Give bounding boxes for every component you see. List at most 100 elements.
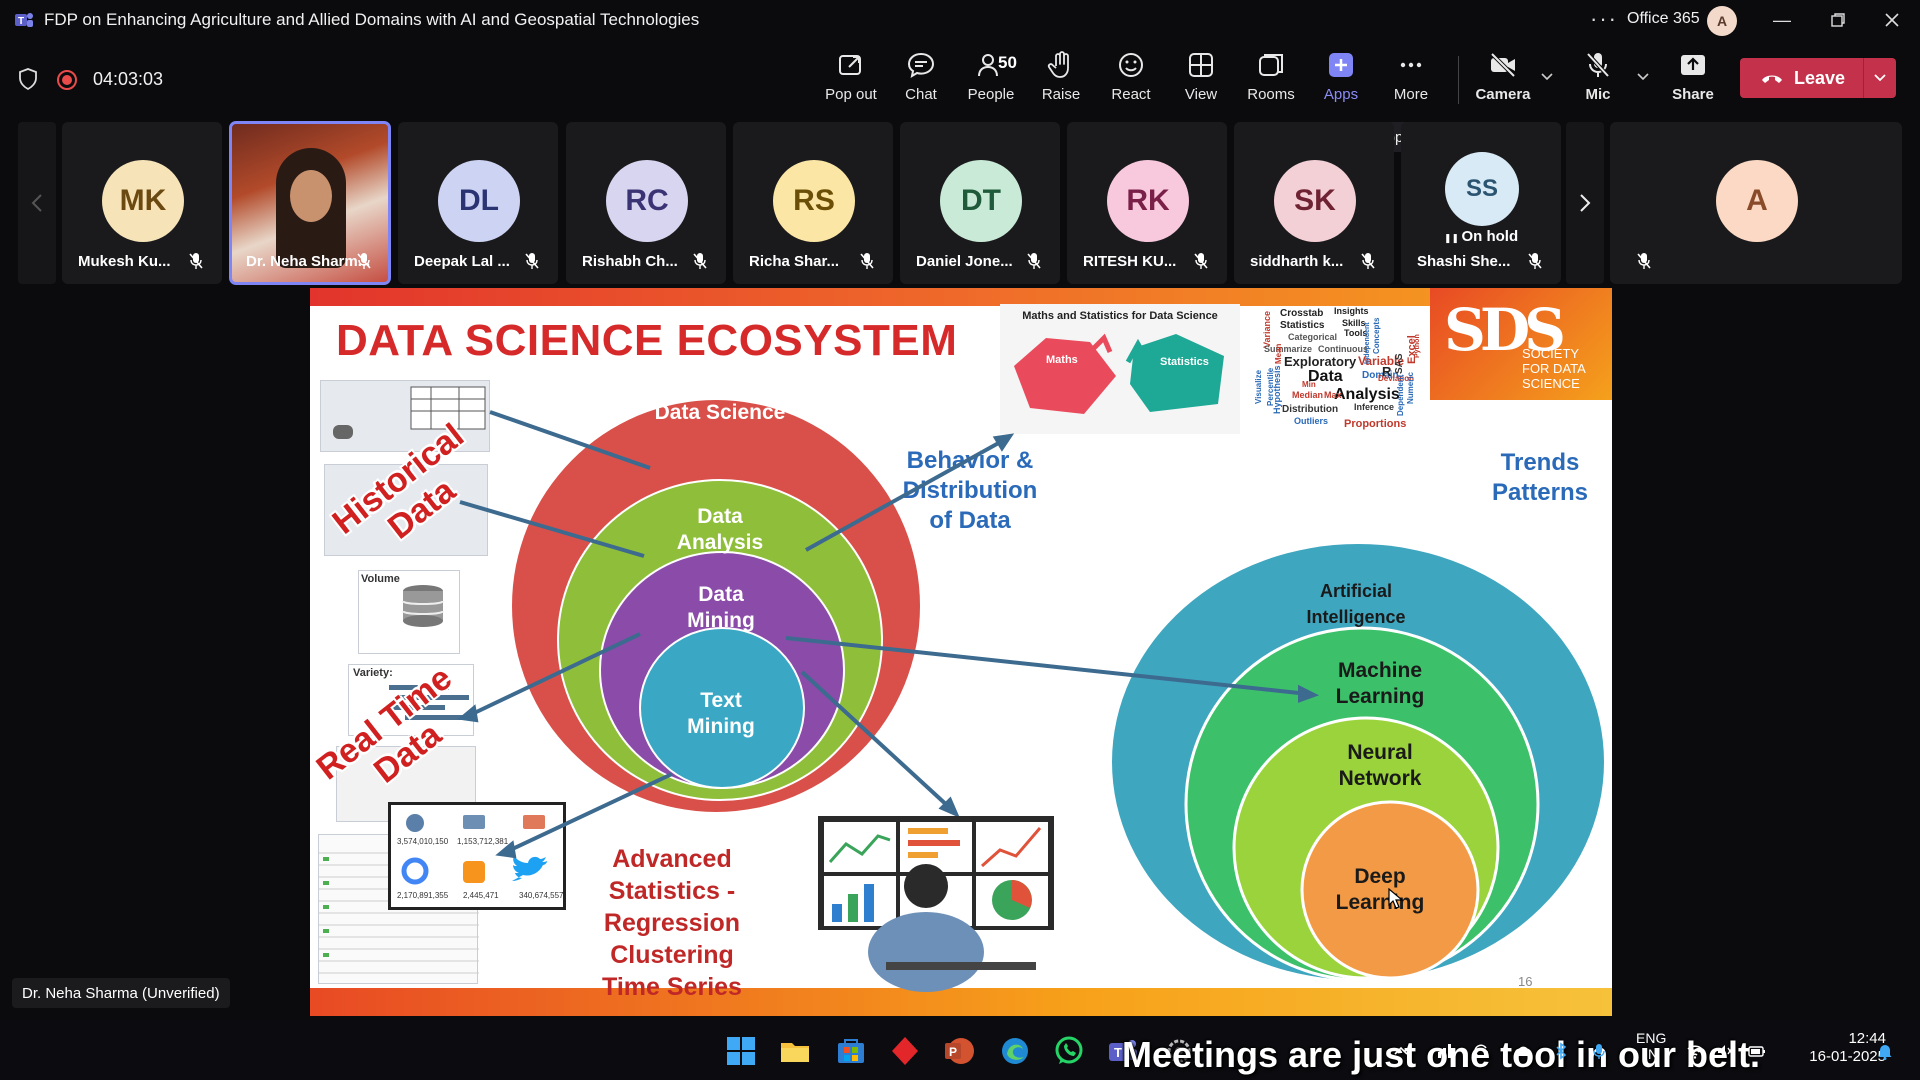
people-button[interactable]: 50 People xyxy=(958,50,1024,112)
microphone-tray-icon[interactable] xyxy=(1590,1042,1608,1060)
word-cloud-term: SAS xyxy=(1394,353,1405,374)
powerpoint-icon[interactable]: P xyxy=(942,1034,976,1068)
word-cloud-term: Min xyxy=(1302,380,1316,389)
phone-hangup-icon xyxy=(1762,75,1782,83)
app-red-icon[interactable] xyxy=(888,1034,922,1068)
slide-bottom-band xyxy=(310,988,1612,1016)
shared-slide: DATA SCIENCE ECOSYSTEM SDS SOCIETY FOR D… xyxy=(310,288,1612,1016)
svg-text:T: T xyxy=(1114,1045,1122,1060)
label-data-analysis: Data Analysis xyxy=(676,505,764,554)
participant-tile[interactable]: MK Mukesh Ku... xyxy=(62,122,222,284)
camera-off-icon xyxy=(1490,52,1516,78)
edge-icon[interactable] xyxy=(998,1034,1032,1068)
word-cloud-term: Python xyxy=(1414,334,1421,358)
label-data-science: Data Science xyxy=(654,401,786,424)
toolbar-divider xyxy=(1458,56,1459,104)
participant-avatar: RC xyxy=(606,160,688,242)
system-clock[interactable]: 12:44 16-01-2025 xyxy=(1786,1030,1886,1066)
shield-icon xyxy=(19,68,37,90)
stats-label: Statistics xyxy=(1160,356,1209,368)
participant-tile[interactable]: RS Richa Shar... xyxy=(733,122,893,284)
mic-muted-icon xyxy=(1361,253,1375,269)
speaker-name-label: Dr. Neha Sharma (Unverified) xyxy=(12,978,230,1008)
cloud-icon[interactable] xyxy=(1514,1042,1532,1060)
bluetooth-icon[interactable] xyxy=(1552,1042,1570,1060)
participant-tile[interactable]: RK RITESH KU... xyxy=(1067,122,1227,284)
participant-tile-self[interactable]: A xyxy=(1610,122,1902,284)
popout-button[interactable]: Pop out xyxy=(818,50,884,112)
grid-icon xyxy=(1189,53,1213,77)
variety-label: Variety: xyxy=(353,667,393,679)
more-button[interactable]: More xyxy=(1378,50,1444,112)
participant-tile[interactable]: Dr. Neha Sharm... xyxy=(229,121,391,285)
people-label: People xyxy=(967,86,1015,103)
pause-icon: ❚❚ xyxy=(1443,233,1462,243)
chevron-up-icon[interactable] xyxy=(1392,1042,1410,1060)
sds-logo: SDS SOCIETY FOR DATA SCIENCE xyxy=(1430,288,1612,400)
word-cloud-term: Inference xyxy=(1354,402,1395,412)
mic-button[interactable]: Mic xyxy=(1565,50,1631,112)
label-neural-network: Neural Network xyxy=(1338,741,1422,790)
file-explorer-icon[interactable] xyxy=(778,1034,812,1068)
mic-off-icon xyxy=(1586,52,1610,78)
logo-text: SOCIETY FOR DATA SCIENCE xyxy=(1522,346,1586,391)
participant-avatar: MK xyxy=(102,160,184,242)
more-options-icon[interactable]: ··· xyxy=(1590,6,1618,32)
chat-icon xyxy=(907,52,935,79)
maths-label: Maths xyxy=(1046,354,1078,366)
participant-name: Shashi She... xyxy=(1417,253,1511,270)
start-icon[interactable] xyxy=(724,1034,758,1068)
word-cloud-term: Continuous xyxy=(1318,344,1368,354)
participant-tile[interactable]: DL Deepak Lal ... xyxy=(398,122,558,284)
apps-button[interactable]: Apps xyxy=(1308,50,1374,112)
leave-button[interactable]: Leave xyxy=(1740,58,1896,98)
leave-main[interactable]: Leave xyxy=(1740,58,1863,98)
prev-participants-button[interactable] xyxy=(18,122,56,284)
word-cloud-term: Max xyxy=(1324,390,1342,400)
wifi-icon[interactable] xyxy=(1686,1042,1704,1060)
volume-icon[interactable] xyxy=(1716,1042,1734,1060)
word-cloud-term: Summarize xyxy=(1264,344,1313,354)
view-button[interactable]: View xyxy=(1168,50,1234,112)
mic-muted-icon xyxy=(357,253,371,269)
meeting-timer: 04:03:03 xyxy=(93,69,164,89)
participant-tile[interactable]: SK siddharth k... xyxy=(1234,122,1394,284)
mic-options-icon[interactable] xyxy=(1636,70,1650,84)
restore-icon[interactable] xyxy=(1818,6,1858,34)
camera-button[interactable]: Camera xyxy=(1470,50,1536,112)
share-button[interactable]: Share xyxy=(1660,50,1726,112)
raise-hand-button[interactable]: Raise xyxy=(1028,50,1094,112)
next-participants-button[interactable] xyxy=(1566,122,1604,284)
close-icon[interactable] xyxy=(1872,6,1912,34)
camera-options-icon[interactable] xyxy=(1540,70,1554,84)
add-app-icon xyxy=(1329,53,1353,77)
share-screen-icon xyxy=(1681,55,1705,75)
participant-tile[interactable]: SS ❚❚ On hold Shashi She... xyxy=(1401,122,1561,284)
participant-name: Dr. Neha Sharm... xyxy=(246,253,371,270)
more-label: More xyxy=(1393,86,1429,103)
store-icon[interactable] xyxy=(834,1034,868,1068)
minimize-icon[interactable]: — xyxy=(1762,6,1802,34)
word-cloud-term: Dependent xyxy=(1396,374,1405,416)
chat-button[interactable]: Chat xyxy=(888,50,954,112)
battery-icon[interactable] xyxy=(1748,1042,1766,1060)
participant-tile[interactable]: DT Daniel Jone... xyxy=(900,122,1060,284)
whatsapp-icon[interactable] xyxy=(1052,1034,1086,1068)
react-button[interactable]: React xyxy=(1098,50,1164,112)
maths-stats-shapes xyxy=(1014,333,1224,414)
word-cloud-term: Mean xyxy=(1274,343,1283,364)
network-icon[interactable] xyxy=(1436,1042,1454,1060)
rooms-button[interactable]: Rooms xyxy=(1238,50,1304,112)
label-data-mining: Data Mining xyxy=(687,583,755,632)
word-cloud-term: Statistics xyxy=(1280,320,1325,331)
participant-avatar: DL xyxy=(438,160,520,242)
word-cloud-term: Skills xyxy=(1342,318,1366,328)
participant-tile[interactable]: RC Rishabh Ch... xyxy=(566,122,726,284)
sync-icon[interactable] xyxy=(1472,1042,1490,1060)
notification-bell-icon[interactable] xyxy=(1876,1042,1894,1060)
input-language[interactable]: ENG IN xyxy=(1636,1030,1666,1062)
word-cloud-term: Crosstab xyxy=(1280,308,1324,319)
mic-muted-icon xyxy=(189,253,203,269)
user-avatar[interactable]: A xyxy=(1707,6,1737,36)
leave-options-icon[interactable] xyxy=(1864,71,1896,85)
